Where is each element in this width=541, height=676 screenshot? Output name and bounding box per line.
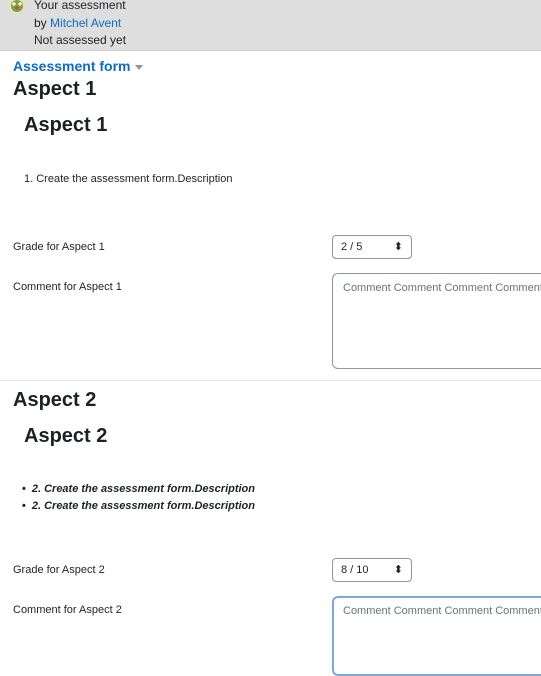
comment-label: Comment for Aspect 1	[13, 281, 122, 293]
author-link[interactable]: Mitchel Avent	[50, 16, 121, 30]
bullet-text: 2. Create the assessment form.Descriptio…	[31, 483, 255, 495]
grade-select-value: 2 / 5	[341, 241, 363, 253]
aspect-heading: Aspect 1	[13, 78, 97, 100]
comment-textarea[interactable]: Comment Comment Comment Comment	[332, 273, 541, 369]
comment-textarea[interactable]: Comment Comment Comment Comment	[332, 596, 541, 676]
aspect-subheading: Aspect 2	[24, 425, 108, 447]
assessment-title: Your assessment	[34, 0, 126, 12]
user-avatar-icon	[7, 0, 27, 14]
grade-select-value: 8 / 10	[341, 564, 369, 576]
assessment-form-toggle[interactable]: Assessment form	[13, 58, 143, 74]
bullet-icon: •	[22, 483, 26, 495]
aspect-divider	[0, 380, 541, 381]
assessment-author: by Mitchel Avent	[34, 16, 121, 30]
chevron-down-icon	[134, 64, 143, 70]
up-down-arrows-icon: ⬍	[393, 241, 403, 253]
assessment-status: Not assessed yet	[34, 33, 127, 47]
assessment-header: Your assessment by Mitchel Avent Not ass…	[0, 0, 541, 51]
aspect-heading: Aspect 2	[13, 389, 97, 411]
up-down-arrows-icon: ⬍	[393, 564, 403, 576]
comment-label: Comment for Aspect 2	[13, 604, 122, 616]
grade-select[interactable]: 8 / 10 ⬍	[332, 558, 412, 582]
aspect-subheading: Aspect 1	[24, 114, 108, 136]
list-item: • 2. Create the assessment form.Descripti…	[22, 483, 255, 495]
bullet-text: 2. Create the assessment form.Descriptio…	[31, 500, 255, 512]
aspect-description: 1. Create the assessment form.Descriptio…	[24, 173, 233, 185]
grade-label: Grade for Aspect 2	[13, 564, 105, 576]
assessment-form-label: Assessment form	[13, 58, 131, 74]
grade-select[interactable]: 2 / 5 ⬍	[332, 235, 412, 259]
grade-label: Grade for Aspect 1	[13, 241, 105, 253]
by-prefix: by	[34, 16, 47, 30]
bullet-icon: •	[22, 500, 26, 512]
list-item: • 2. Create the assessment form.Descripti…	[22, 500, 255, 512]
